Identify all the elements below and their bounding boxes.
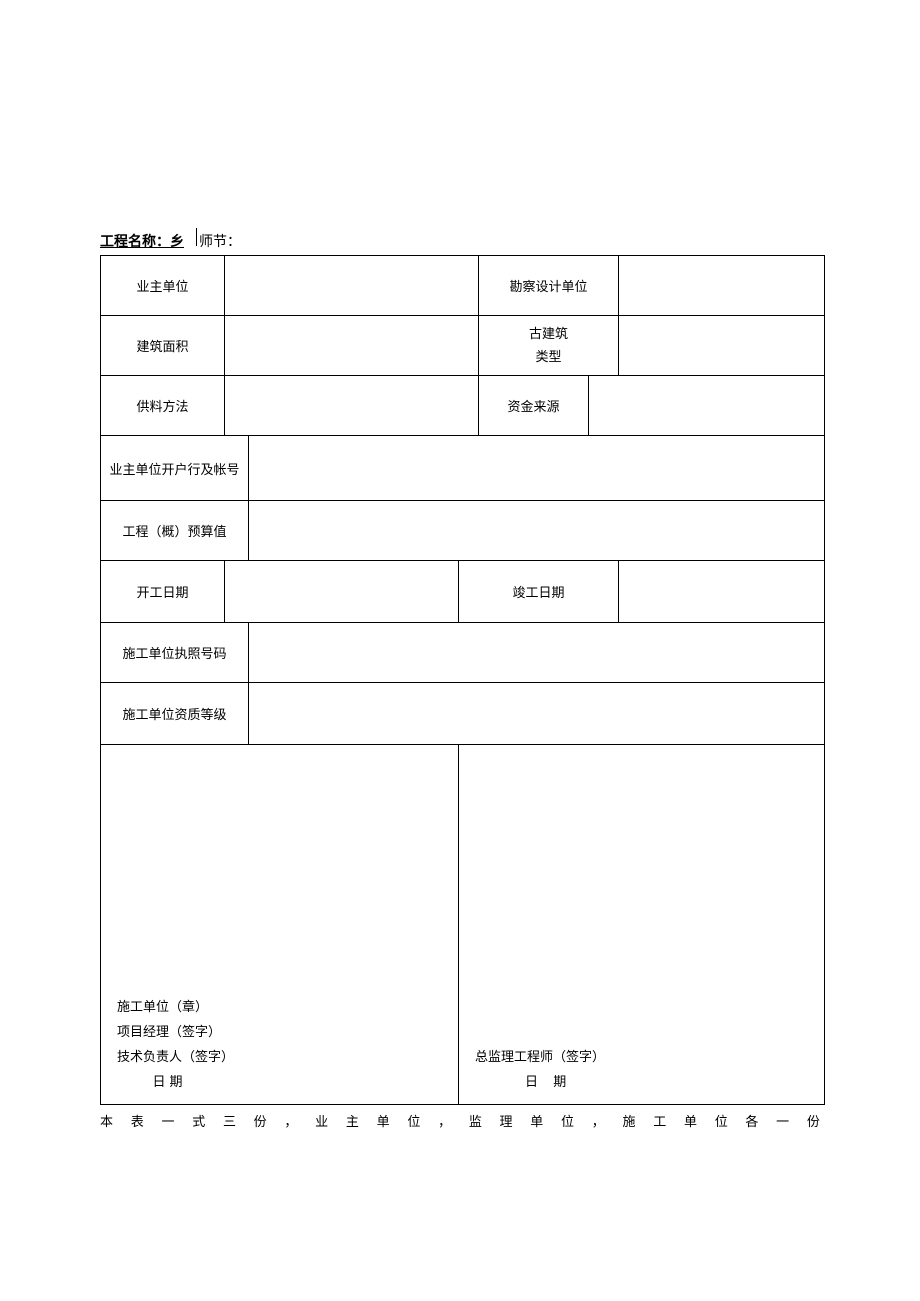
label-contractor-qualification: 施工单位资质等级 [101, 683, 249, 745]
value-owner-unit[interactable] [225, 256, 479, 316]
value-budget-value[interactable] [249, 501, 825, 561]
value-fund-source[interactable] [589, 376, 825, 436]
value-survey-design-unit[interactable] [619, 256, 825, 316]
signature-left-block[interactable]: 施工单位（章） 项目经理（签字） 技术负责人（签字） 日期 [101, 745, 459, 1105]
footer-note: 本表一式三份，业主单位，监理单位，施工单位各一份 [100, 1111, 820, 1130]
value-supply-method[interactable] [225, 376, 479, 436]
label-budget-value: 工程（概）预算值 [101, 501, 249, 561]
sig-right-date: 日 期 [475, 1071, 808, 1090]
value-building-type[interactable] [619, 316, 825, 376]
label-end-date: 竣工日期 [459, 561, 619, 623]
title-prefix: 工程名称：乡 [100, 231, 184, 251]
value-owner-bank-account[interactable] [249, 436, 825, 501]
label-owner-bank-account: 业主单位开户行及帐号 [101, 436, 249, 501]
sig-tech-lead: 技术负责人（签字） [117, 1046, 442, 1065]
sig-contractor-seal: 施工单位（章） [117, 996, 442, 1015]
value-start-date[interactable] [225, 561, 459, 623]
label-supply-method: 供料方法 [101, 376, 225, 436]
value-building-area[interactable] [225, 316, 479, 376]
label-owner-unit: 业主单位 [101, 256, 225, 316]
label-contractor-license: 施工单位执照号码 [101, 623, 249, 683]
value-end-date[interactable] [619, 561, 825, 623]
sig-project-manager: 项目经理（签字） [117, 1021, 442, 1040]
label-building-type: 古建筑 类型 [479, 316, 619, 376]
label-fund-source: 资金来源 [479, 376, 589, 436]
title-suffix: 师节： [199, 231, 241, 251]
title-divider [196, 228, 197, 246]
form-title: 工程名称：乡 师节： [100, 228, 820, 251]
value-contractor-license[interactable] [249, 623, 825, 683]
sig-chief-supervisor: 总监理工程师（签字） [475, 1046, 808, 1065]
form-table: 业主单位 勘察设计单位 建筑面积 古建筑 类型 供料方法 资金来源 业主单位开户… [100, 255, 825, 1105]
signature-right-block[interactable]: 总监理工程师（签字） 日 期 [459, 745, 825, 1105]
label-building-area: 建筑面积 [101, 316, 225, 376]
sig-left-date: 日期 [117, 1071, 442, 1090]
label-survey-design-unit: 勘察设计单位 [479, 256, 619, 316]
label-start-date: 开工日期 [101, 561, 225, 623]
value-contractor-qualification[interactable] [249, 683, 825, 745]
